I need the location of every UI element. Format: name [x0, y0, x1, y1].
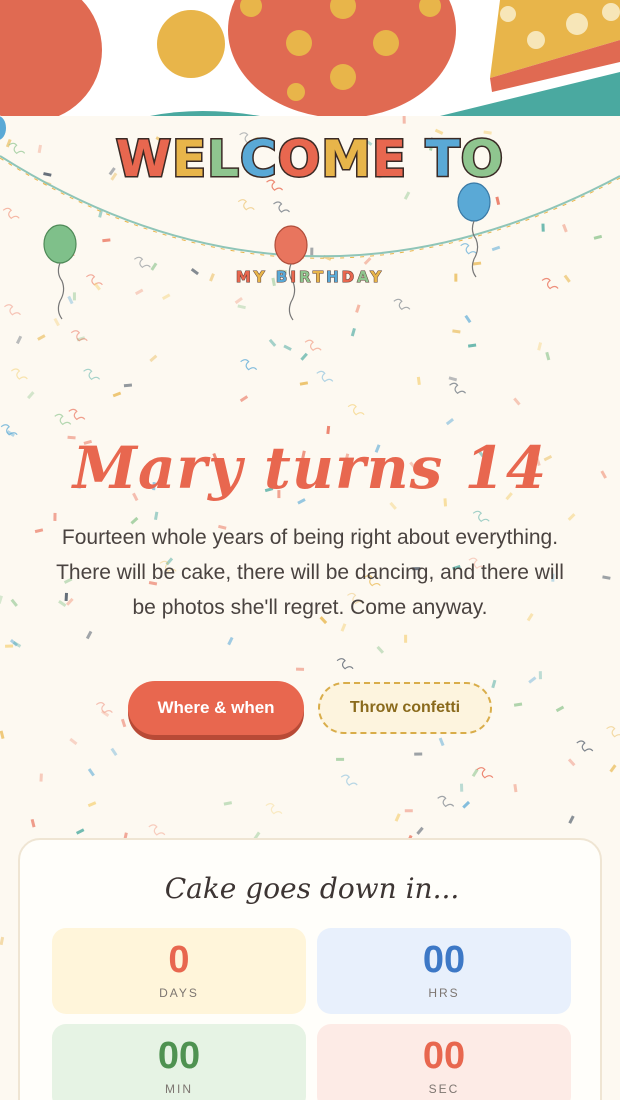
welcome-letter: E: [170, 129, 208, 190]
banner-letter: [268, 268, 276, 286]
welcome-letter: C: [239, 129, 279, 190]
header-balloons-illustration: [0, 0, 620, 116]
welcome-letter: [407, 130, 425, 188]
welcome-heading: WELCOME TO: [0, 129, 620, 190]
countdown-card: Cake goes down in... 0 DAYS 00 HRS 00 MI…: [18, 838, 602, 1100]
welcome-letter: L: [206, 129, 241, 190]
days-label: DAYS: [159, 986, 199, 1000]
banner-letter: D: [341, 268, 358, 287]
banner-letter: Y: [253, 268, 268, 287]
welcome-letter: M: [320, 129, 373, 190]
banner-letter: M: [235, 268, 254, 287]
welcome-letter: O: [276, 129, 322, 190]
green-balloon-icon: [43, 224, 77, 320]
banner-letter: H: [326, 268, 342, 287]
where-and-when-button[interactable]: Where & when: [128, 681, 304, 735]
countdown-days-tile: 0 DAYS: [52, 928, 306, 1014]
seconds-value: 00: [422, 1035, 466, 1077]
invitation-page: WELCOME TO MY BIRTHDAY Mary turns 14 Fou…: [0, 116, 620, 1100]
page-title: Mary turns 14: [72, 434, 548, 502]
blue-balloon-icon: [457, 182, 491, 278]
minutes-label: MIN: [165, 1082, 193, 1096]
hours-value: 00: [422, 939, 466, 981]
welcome-letter: W: [114, 129, 172, 190]
welcome-letter: T: [424, 129, 461, 190]
welcome-letter: E: [370, 129, 408, 190]
banner-letter: R: [298, 268, 313, 287]
countdown-seconds-tile: 00 SEC: [317, 1024, 571, 1100]
countdown-minutes-tile: 00 MIN: [52, 1024, 306, 1100]
welcome-letter: O: [459, 129, 505, 190]
banner-letter: A: [357, 268, 371, 287]
hours-label: HRS: [428, 986, 460, 1000]
minutes-value: 00: [157, 1035, 201, 1077]
banner-letter: T: [312, 268, 327, 287]
throw-confetti-button[interactable]: Throw confetti: [318, 682, 492, 734]
banner-letter: Y: [370, 268, 385, 287]
countdown-hours-tile: 00 HRS: [317, 928, 571, 1014]
seconds-label: SEC: [428, 1082, 460, 1096]
days-value: 0: [168, 939, 190, 981]
banner-letter: B: [275, 268, 291, 287]
welcome-title: WELCOME TO: [114, 129, 505, 190]
intro-text: Fourteen whole years of being right abou…: [56, 526, 564, 619]
my-birthday-banner: MY BIRTHDAY: [200, 268, 420, 287]
banner-letter: I: [290, 268, 299, 287]
countdown-title: Cake goes down in...: [164, 872, 460, 905]
